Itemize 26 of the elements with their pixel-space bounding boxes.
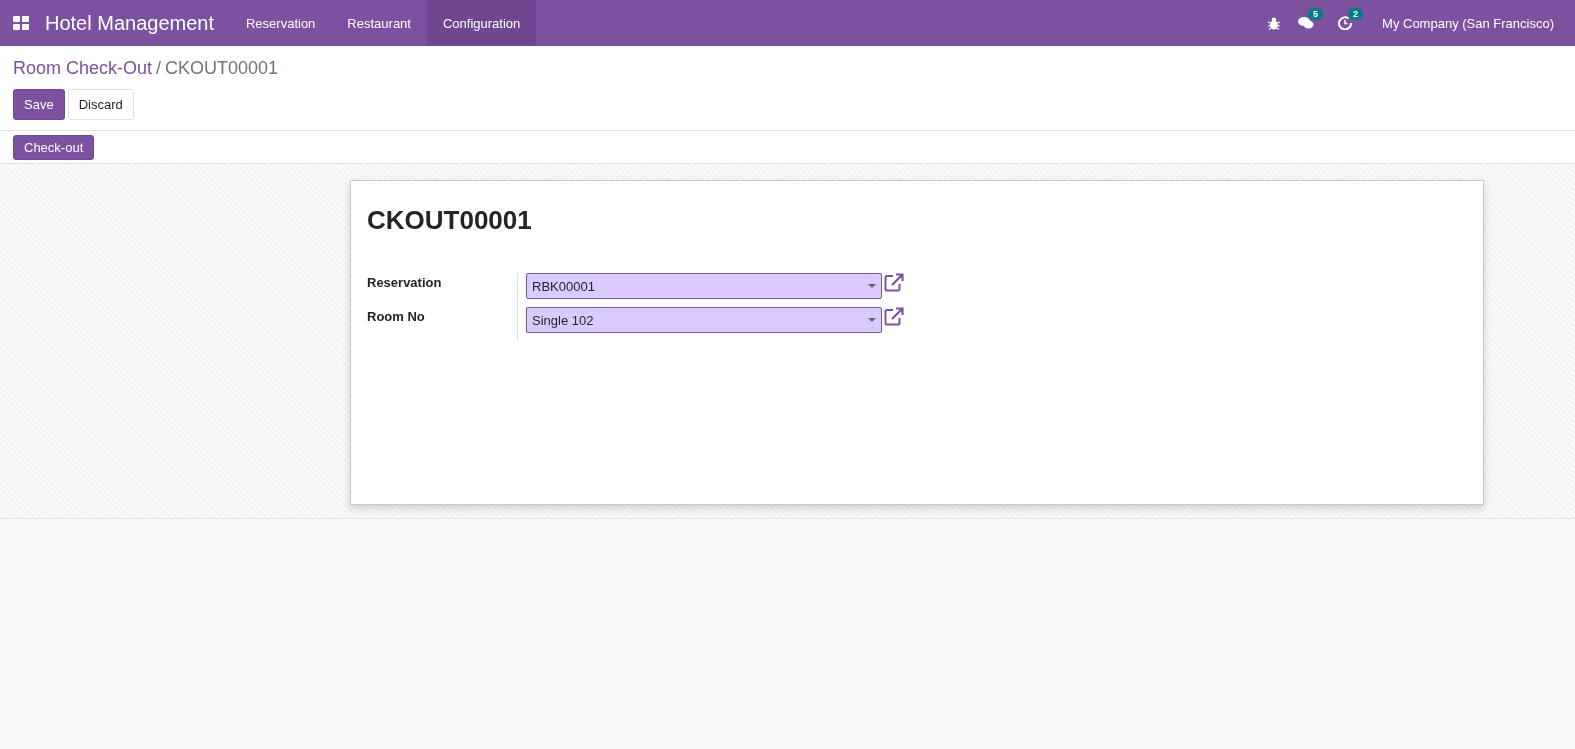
menu-item[interactable]: Reservation: [230, 0, 332, 46]
chat-icon[interactable]: [1298, 16, 1315, 30]
app-name[interactable]: Hotel Management: [45, 11, 214, 35]
dropdown-field[interactable]: RBK00001: [526, 273, 882, 299]
breadcrumb-separator: /: [156, 58, 162, 79]
field-label: Room No: [367, 308, 426, 326]
caret-icon: [868, 284, 876, 288]
record-title: CKOUT00001: [367, 205, 533, 236]
company-switcher[interactable]: My Company (San Francisco): [1382, 15, 1554, 31]
dropdown-field[interactable]: Single 102: [526, 307, 882, 333]
menu-item[interactable]: Configuration: [426, 0, 537, 46]
clock-icon[interactable]: [1338, 16, 1353, 30]
apps-menu-icon[interactable]: [13, 16, 29, 30]
breadcrumb-current: CKOUT00001: [165, 58, 279, 79]
external-link-icon[interactable]: [884, 307, 904, 326]
breadcrumb-link[interactable]: Room Check-Out: [13, 58, 153, 79]
activity-count-badge: 2: [1348, 8, 1364, 20]
menu-item[interactable]: Restaurant: [331, 0, 427, 46]
field-label: Reservation: [367, 274, 443, 292]
save-button[interactable]: Save: [13, 89, 65, 120]
external-link-icon[interactable]: [884, 273, 904, 292]
message-count-badge: 5: [1308, 8, 1324, 20]
discard-button[interactable]: Discard: [67, 89, 134, 120]
checkout-button[interactable]: Check-out: [13, 135, 95, 160]
caret-icon: [868, 318, 876, 322]
bug-icon[interactable]: [1268, 16, 1281, 30]
